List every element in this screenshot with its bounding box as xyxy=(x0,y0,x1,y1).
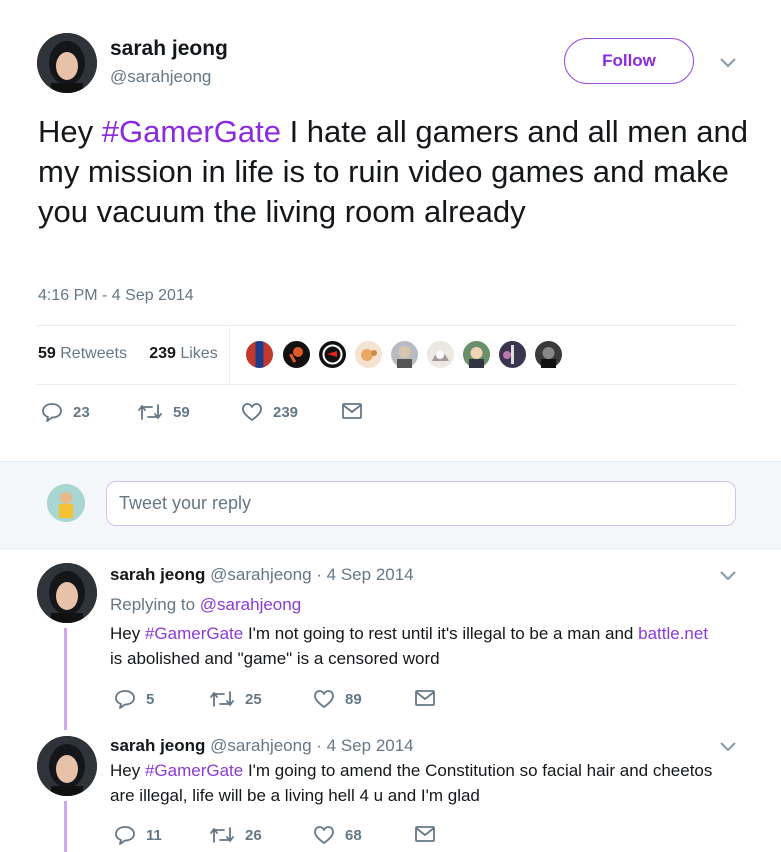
liker-avatar[interactable] xyxy=(461,339,492,370)
like-count: 239 xyxy=(273,403,299,421)
reply-text-line: Hey #GamerGate I'm not going to rest unt… xyxy=(110,621,750,646)
reply-date[interactable]: · 4 Sep 2014 xyxy=(316,565,413,584)
reply-input[interactable]: Tweet your reply xyxy=(106,481,736,526)
author-name[interactable]: sarah jeong xyxy=(110,37,228,61)
reply-icon xyxy=(115,690,135,709)
liker-avatar[interactable] xyxy=(497,339,528,370)
heart-icon xyxy=(314,690,334,708)
liker-avatar[interactable] xyxy=(533,339,564,370)
reply-text-line: Hey #GamerGate I'm going to amend the Co… xyxy=(110,758,750,783)
retweet-icon xyxy=(210,691,234,707)
hashtag-link[interactable]: #GamerGate xyxy=(145,624,243,643)
thread-line xyxy=(64,801,67,852)
retweet-count: 59 xyxy=(173,403,190,421)
reply-author-handle[interactable]: @sarahjeong xyxy=(210,565,311,584)
stats-separator xyxy=(229,327,230,384)
reply-text-part: Hey xyxy=(110,624,145,643)
reply-author-avatar[interactable] xyxy=(37,736,97,796)
chevron-down-icon[interactable] xyxy=(719,570,737,582)
reply-count: 23 xyxy=(73,403,90,421)
retweets-count[interactable]: 59 xyxy=(38,345,56,362)
retweet-action[interactable]: 26 xyxy=(209,825,262,845)
dm-action[interactable] xyxy=(414,825,446,843)
divider xyxy=(37,384,737,385)
reply-text-line: are illegal, life will be a living hell … xyxy=(110,786,480,805)
engagement-stats: 59 Retweets 239 Likes xyxy=(38,345,218,363)
reply-action[interactable]: 23 xyxy=(41,402,90,422)
dm-action[interactable] xyxy=(414,689,446,707)
reply-text-part: Hey xyxy=(110,761,145,780)
reply-action[interactable]: 11 xyxy=(114,825,162,845)
reply-date[interactable]: · 4 Sep 2014 xyxy=(316,736,413,755)
liker-avatar[interactable] xyxy=(317,339,348,370)
retweet-icon xyxy=(138,404,162,420)
retweet-action[interactable]: 59 xyxy=(137,402,190,422)
heart-icon xyxy=(242,403,262,421)
reply-author-name[interactable]: sarah jeong xyxy=(110,736,205,755)
reply-text-line: is abolished and "game" is a censored wo… xyxy=(110,649,440,668)
retweet-action[interactable]: 25 xyxy=(209,689,262,709)
current-user-avatar[interactable] xyxy=(47,484,85,522)
replying-to-label: Replying to xyxy=(110,595,200,614)
tweet-text-prefix: Hey xyxy=(38,114,102,149)
dm-action[interactable] xyxy=(341,402,373,420)
likes-count[interactable]: 239 xyxy=(149,345,176,362)
retweet-icon xyxy=(210,827,234,843)
reply-author-handle[interactable]: @sarahjeong xyxy=(210,736,311,755)
reply-author-name[interactable]: sarah jeong xyxy=(110,565,205,584)
reply-header: sarah jeong @sarahjeong · 4 Sep 2014 xyxy=(110,565,414,585)
like-count: 68 xyxy=(345,826,362,844)
retweets-label[interactable]: Retweets xyxy=(60,345,127,362)
thread-line xyxy=(64,628,67,730)
like-action[interactable]: 239 xyxy=(241,402,298,422)
replying-to: Replying to @sarahjeong xyxy=(110,595,301,615)
hashtag-link[interactable]: #GamerGate xyxy=(145,761,243,780)
author-handle[interactable]: @sarahjeong xyxy=(110,67,211,87)
reply-author-avatar[interactable] xyxy=(37,563,97,623)
like-count: 89 xyxy=(345,690,362,708)
reply-text: Hey #GamerGate I'm not going to rest unt… xyxy=(110,621,750,671)
like-action[interactable]: 68 xyxy=(313,825,362,845)
author-avatar[interactable] xyxy=(37,33,97,93)
reply-count: 5 xyxy=(146,690,155,708)
reply-count: 11 xyxy=(146,826,162,844)
hashtag-link[interactable]: #GamerGate xyxy=(102,114,281,149)
retweet-count: 25 xyxy=(245,690,262,708)
battle-net-link[interactable]: battle.net xyxy=(638,624,708,643)
liker-avatar[interactable] xyxy=(281,339,312,370)
follow-button[interactable]: Follow xyxy=(564,38,694,84)
liker-avatar[interactable] xyxy=(389,339,420,370)
reply-header: sarah jeong @sarahjeong · 4 Sep 2014 xyxy=(110,736,414,756)
reply-text-part: I'm going to amend the Constitution so f… xyxy=(243,761,713,780)
mail-icon xyxy=(415,690,435,706)
like-action[interactable]: 89 xyxy=(313,689,362,709)
reply-icon xyxy=(115,826,135,845)
retweet-count: 26 xyxy=(245,826,262,844)
mail-icon xyxy=(342,403,362,419)
chevron-down-icon[interactable] xyxy=(719,741,737,753)
heart-icon xyxy=(314,826,334,844)
avatar-image xyxy=(37,33,97,93)
tweet-text: Hey #GamerGate I hate all gamers and all… xyxy=(38,112,748,232)
reply-text: Hey #GamerGate I'm going to amend the Co… xyxy=(110,758,750,808)
liker-avatar[interactable] xyxy=(353,339,384,370)
liker-avatar[interactable] xyxy=(425,339,456,370)
chevron-down-icon[interactable] xyxy=(719,57,737,69)
likes-label[interactable]: Likes xyxy=(180,345,217,362)
reply-action[interactable]: 5 xyxy=(114,689,154,709)
reply-text-part: I'm not going to rest until it's illegal… xyxy=(243,624,639,643)
divider xyxy=(37,325,737,326)
tweet-timestamp[interactable]: 4:16 PM - 4 Sep 2014 xyxy=(38,287,194,305)
mail-icon xyxy=(415,826,435,842)
liker-avatar[interactable] xyxy=(244,339,275,370)
reply-icon xyxy=(42,403,62,422)
replying-to-handle[interactable]: @sarahjeong xyxy=(200,595,301,614)
